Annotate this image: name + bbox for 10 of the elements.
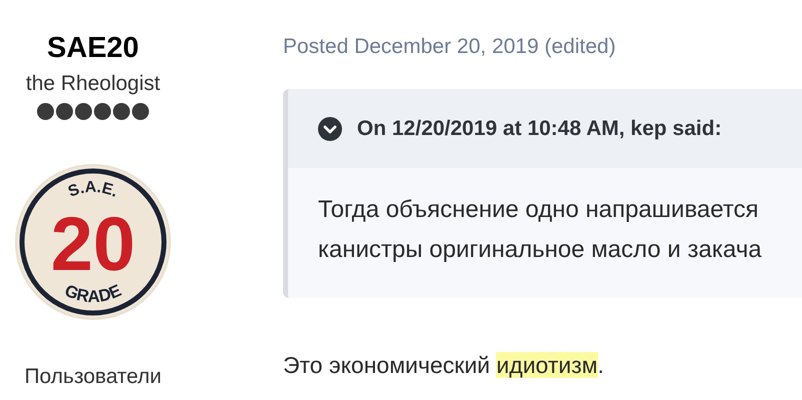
post-date: Posted December 20, 2019 (edited): [283, 34, 617, 60]
author-name[interactable]: SAE20: [47, 28, 139, 68]
quote-text: Тогда объяснение одно напрашивается: [318, 195, 760, 225]
post-text: Это экономический идиотизм.: [283, 351, 605, 380]
user-group: Пользователи: [24, 362, 162, 392]
quote-attribution: On 12/20/2019 at 10:48 AM, kep said:: [357, 116, 722, 142]
chevron-down-icon[interactable]: [318, 116, 342, 140]
avatar[interactable]: S.A.E. 20 GRADE: [13, 162, 173, 322]
member-title: the Rheologist: [26, 71, 160, 97]
quote-text: канистры оригинальное масло и закача: [318, 235, 763, 265]
